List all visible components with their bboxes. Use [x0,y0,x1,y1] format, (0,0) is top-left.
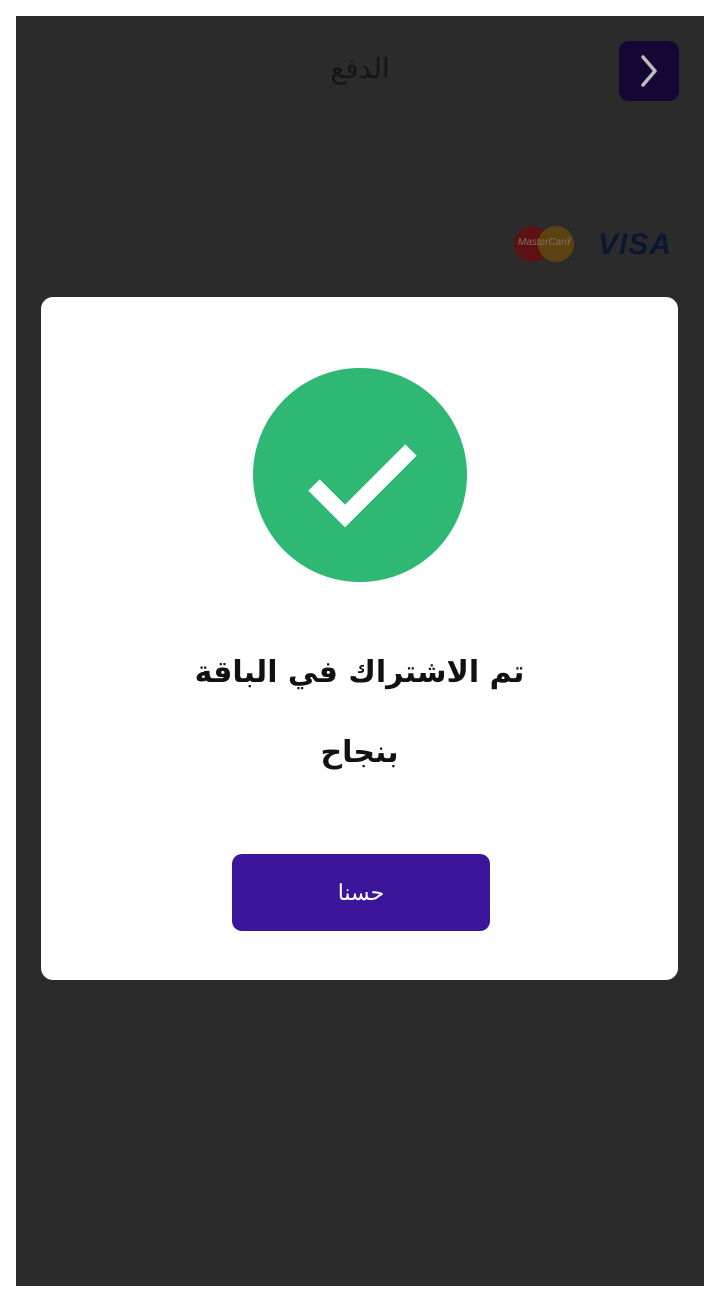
app-screen: الدفع MasterCard VISA تم الاشتراك في الب… [16,16,704,1286]
page-title: الدفع [330,52,390,85]
success-message-line2: بنجاح [320,735,399,770]
visa-logo: VISA [598,228,673,261]
ok-button[interactable]: حسنا [232,854,490,931]
back-button[interactable] [619,41,679,101]
mastercard-logo: MasterCard [512,224,576,264]
success-dialog: تم الاشتراك في الباقة بنجاح حسنا [41,297,678,980]
check-icon [308,444,417,528]
payment-methods: MasterCard VISA [16,222,704,262]
success-message-line1: تم الاشتراك في الباقة [194,655,525,690]
check-circle-icon [253,368,467,582]
chevron-right-icon [641,55,657,87]
